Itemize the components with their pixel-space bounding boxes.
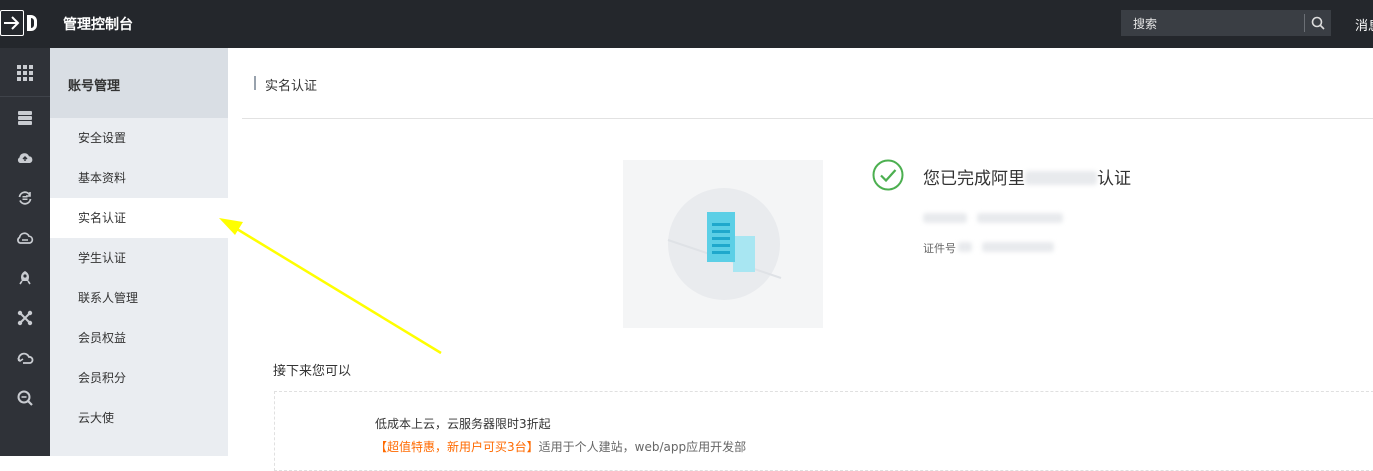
redacted-number xyxy=(981,242,1054,252)
top-bar: 管理控制台 搜索 消息 xyxy=(0,0,1373,48)
next-steps-heading: 接下来您可以 xyxy=(273,364,352,379)
verification-status: 您已完成阿里 认证 xyxy=(923,164,1131,189)
sync-icon[interactable] xyxy=(16,189,34,207)
sidebar-item-contacts[interactable]: 联系人管理 xyxy=(50,278,228,318)
sidebar-item-member-points[interactable]: 会员积分 xyxy=(50,358,228,398)
status-text-suffix: 认证 xyxy=(1097,169,1131,189)
sidebar-item-ambassador[interactable]: 云大使 xyxy=(50,398,228,438)
certificate-label: 证件号 xyxy=(923,242,956,255)
search-zoom-icon[interactable] xyxy=(16,389,34,407)
title-divider xyxy=(242,118,1373,119)
sidebar-item-basic-info[interactable]: 基本资料 xyxy=(50,158,228,198)
certificate-illustration xyxy=(623,160,823,328)
cloud-upload-icon[interactable] xyxy=(16,149,34,167)
messages-link[interactable]: 消息 xyxy=(1355,15,1373,34)
promo-description: 适用于个人建站，web/app应用开发部 xyxy=(538,440,747,454)
promo-title[interactable]: 低成本上云，云服务器限时3折起 xyxy=(375,415,551,432)
expand-arrow-icon[interactable] xyxy=(0,10,24,36)
sidebar-heading: 账号管理 xyxy=(50,48,228,118)
promo-card[interactable]: 低成本上云，云服务器限时3折起 【超值特惠，新用户可买3台】适用于个人建站，we… xyxy=(274,391,1373,471)
search-box[interactable]: 搜索 xyxy=(1121,10,1331,36)
cloud-arrow-icon[interactable] xyxy=(16,349,34,367)
sidebar: 账号管理 安全设置 基本资料 实名认证 学生认证 联系人管理 会员权益 会员积分… xyxy=(50,48,228,456)
page-title: 实名认证 xyxy=(265,79,318,94)
icon-rail xyxy=(0,48,50,456)
redacted-colon xyxy=(958,242,972,252)
redacted-label xyxy=(923,213,967,223)
logo-icon[interactable] xyxy=(27,15,37,31)
success-check-icon xyxy=(872,159,904,191)
promo-highlight: 【超值特惠，新用户可买3台】 xyxy=(375,440,539,454)
redacted-value xyxy=(976,213,1063,223)
console-title[interactable]: 管理控制台 xyxy=(63,14,133,34)
sidebar-item-member-benefits[interactable]: 会员权益 xyxy=(50,318,228,358)
title-accent-bar xyxy=(254,76,256,90)
search-input[interactable]: 搜索 xyxy=(1133,15,1157,32)
cloud-icon[interactable] xyxy=(16,229,34,247)
rail-divider xyxy=(0,96,50,97)
search-icon[interactable] xyxy=(1311,15,1325,34)
certificate-number-row: 证件号 xyxy=(923,240,1054,256)
search-divider xyxy=(1304,14,1305,32)
database-icon[interactable] xyxy=(16,109,34,127)
redacted-text xyxy=(1025,171,1097,185)
rocket-icon[interactable] xyxy=(16,269,34,287)
promo-subtitle: 【超值特惠，新用户可买3台】适用于个人建站，web/app应用开发部 xyxy=(375,438,746,455)
apps-grid-icon[interactable] xyxy=(16,64,34,82)
status-text-prefix: 您已完成阿里 xyxy=(923,169,1025,189)
company-name-row xyxy=(923,213,1063,226)
sidebar-item-real-name[interactable]: 实名认证 xyxy=(50,198,228,238)
sidebar-item-security[interactable]: 安全设置 xyxy=(50,118,228,158)
network-icon[interactable] xyxy=(16,309,34,327)
sidebar-item-student[interactable]: 学生认证 xyxy=(50,238,228,278)
